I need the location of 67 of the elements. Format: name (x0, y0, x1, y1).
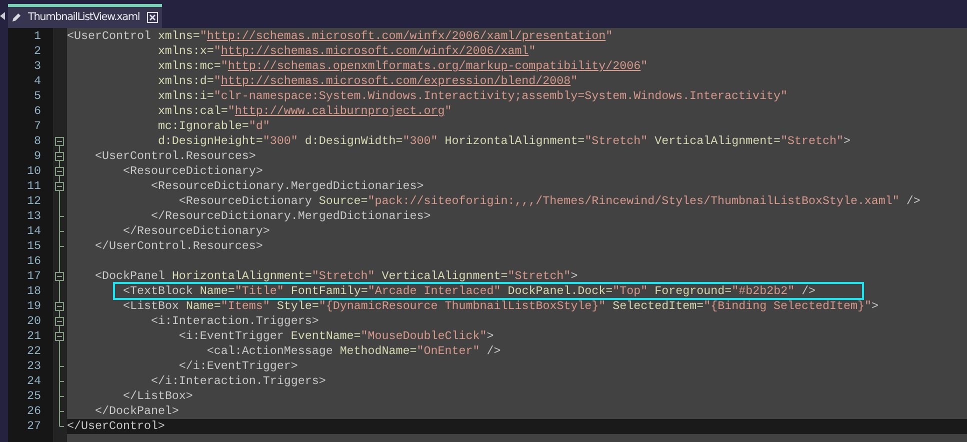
collapse-icon[interactable] (55, 314, 64, 329)
line-number: 19 (26, 299, 42, 314)
collapse-icon[interactable] (55, 329, 64, 344)
line-number: 1 (33, 29, 42, 44)
code-line: <ListBox Name="Items" Style="{DynamicResource ThumbnailListBoxStyle}" SelectedItem="{Binding SelectedItem}"> (122, 299, 878, 314)
code-line: <DockPanel HorizontalAlignment="Stretch" VerticalAlignment="Stretch"> (94, 269, 578, 284)
collapse-icon[interactable] (55, 164, 64, 179)
code-line: <ResourceDictionary.MergedDictionaries> (150, 179, 424, 194)
line-number: 20 (26, 314, 42, 329)
outline-guide (59, 284, 60, 299)
code-line: </UserControl> (67, 419, 165, 434)
close-icon[interactable] (146, 12, 158, 23)
line-number: 9 (33, 149, 42, 164)
code-line: </ResourceDictionary.MergedDictionaries> (150, 209, 431, 224)
line-number: 3 (33, 59, 42, 74)
outline-guide (59, 254, 60, 269)
line-number: 7 (33, 119, 42, 134)
code-line: xmlns:i="clr-namespace:System.Windows.Interactivity;assembly=System.Windows.Interactivity" (158, 89, 788, 104)
code-line: <i:Interaction.Triggers> (150, 314, 319, 329)
code-line: </i:Interaction.Triggers> (150, 374, 326, 389)
line-number: 2 (33, 44, 42, 59)
code-line: <i:EventTrigger EventName="MouseDoubleClick"> (178, 329, 494, 344)
line-number: 5 (33, 89, 42, 104)
code-line: </ListBox> (122, 389, 193, 404)
line-number: 10 (26, 164, 42, 179)
code-line: xmlns:cal="http://www.caliburnproject.org" (158, 104, 452, 119)
file-tab[interactable]: ThumbnailListView.xaml (8, 4, 162, 28)
collapse-icon[interactable] (55, 269, 64, 284)
collapse-icon[interactable] (55, 149, 64, 164)
code-line: <ResourceDictionary> (122, 164, 263, 179)
code-line: </DockPanel> (94, 404, 179, 419)
code-line: <ResourceDictionary Source="pack://siteoforigin:,,,/Themes/Rincewind/Styles/ThumbnailListBoxStyle.xaml" /> (178, 194, 920, 209)
code-line: d:DesignHeight="300" d:DesignWidth="300" HorizontalAlignment="Stretch" VerticalAlignment="Stretch"> (158, 134, 851, 149)
line-number: 17 (26, 269, 42, 284)
code-line: </UserControl.Resources> (94, 239, 263, 254)
line-number: 14 (26, 224, 42, 239)
code-line: xmlns:d="http://schemas.microsoft.com/expression/blend/2008" (158, 74, 578, 89)
line-number: 15 (26, 239, 42, 254)
code-line: <cal:ActionMessage MethodName="OnEnter" /> (206, 344, 501, 359)
line-number: 18 (26, 284, 42, 299)
outline-guide (59, 344, 60, 359)
code-line: </ResourceDictionary> (122, 224, 270, 239)
line-number: 21 (26, 329, 42, 344)
scroll-left-icon[interactable] (0, 12, 5, 20)
line-number: 8 (33, 134, 42, 149)
line-number: 27 (26, 419, 42, 434)
code-line: <UserControl.Resources> (94, 149, 256, 164)
line-number: 25 (26, 389, 42, 404)
line-number: 6 (33, 104, 42, 119)
outline-guide (59, 194, 60, 209)
line-number: 13 (26, 209, 42, 224)
line-number: 23 (26, 359, 42, 374)
collapse-icon[interactable] (55, 299, 64, 314)
line-number: 11 (26, 179, 42, 194)
code-line: </i:EventTrigger> (178, 359, 298, 374)
collapse-icon[interactable] (55, 179, 64, 194)
line-number: 24 (26, 374, 42, 389)
line-number: 12 (26, 194, 42, 209)
line-number: 16 (26, 254, 42, 269)
code-line: mc:Ignorable="d" (158, 119, 270, 134)
code-line: xmlns:mc="http://schemas.openxmlformats.org/markup-compatibility/2006" (158, 59, 648, 74)
line-number: 22 (26, 344, 42, 359)
collapse-icon[interactable] (55, 137, 64, 149)
code-line: xmlns:x="http://schemas.microsoft.com/winfx/2006/xaml" (158, 44, 536, 59)
line-number: 4 (33, 74, 42, 89)
line-number: 26 (26, 404, 42, 419)
code-line: <UserControl xmlns="http://schemas.microsoft.com/winfx/2006/xaml/presentation" (67, 29, 613, 44)
